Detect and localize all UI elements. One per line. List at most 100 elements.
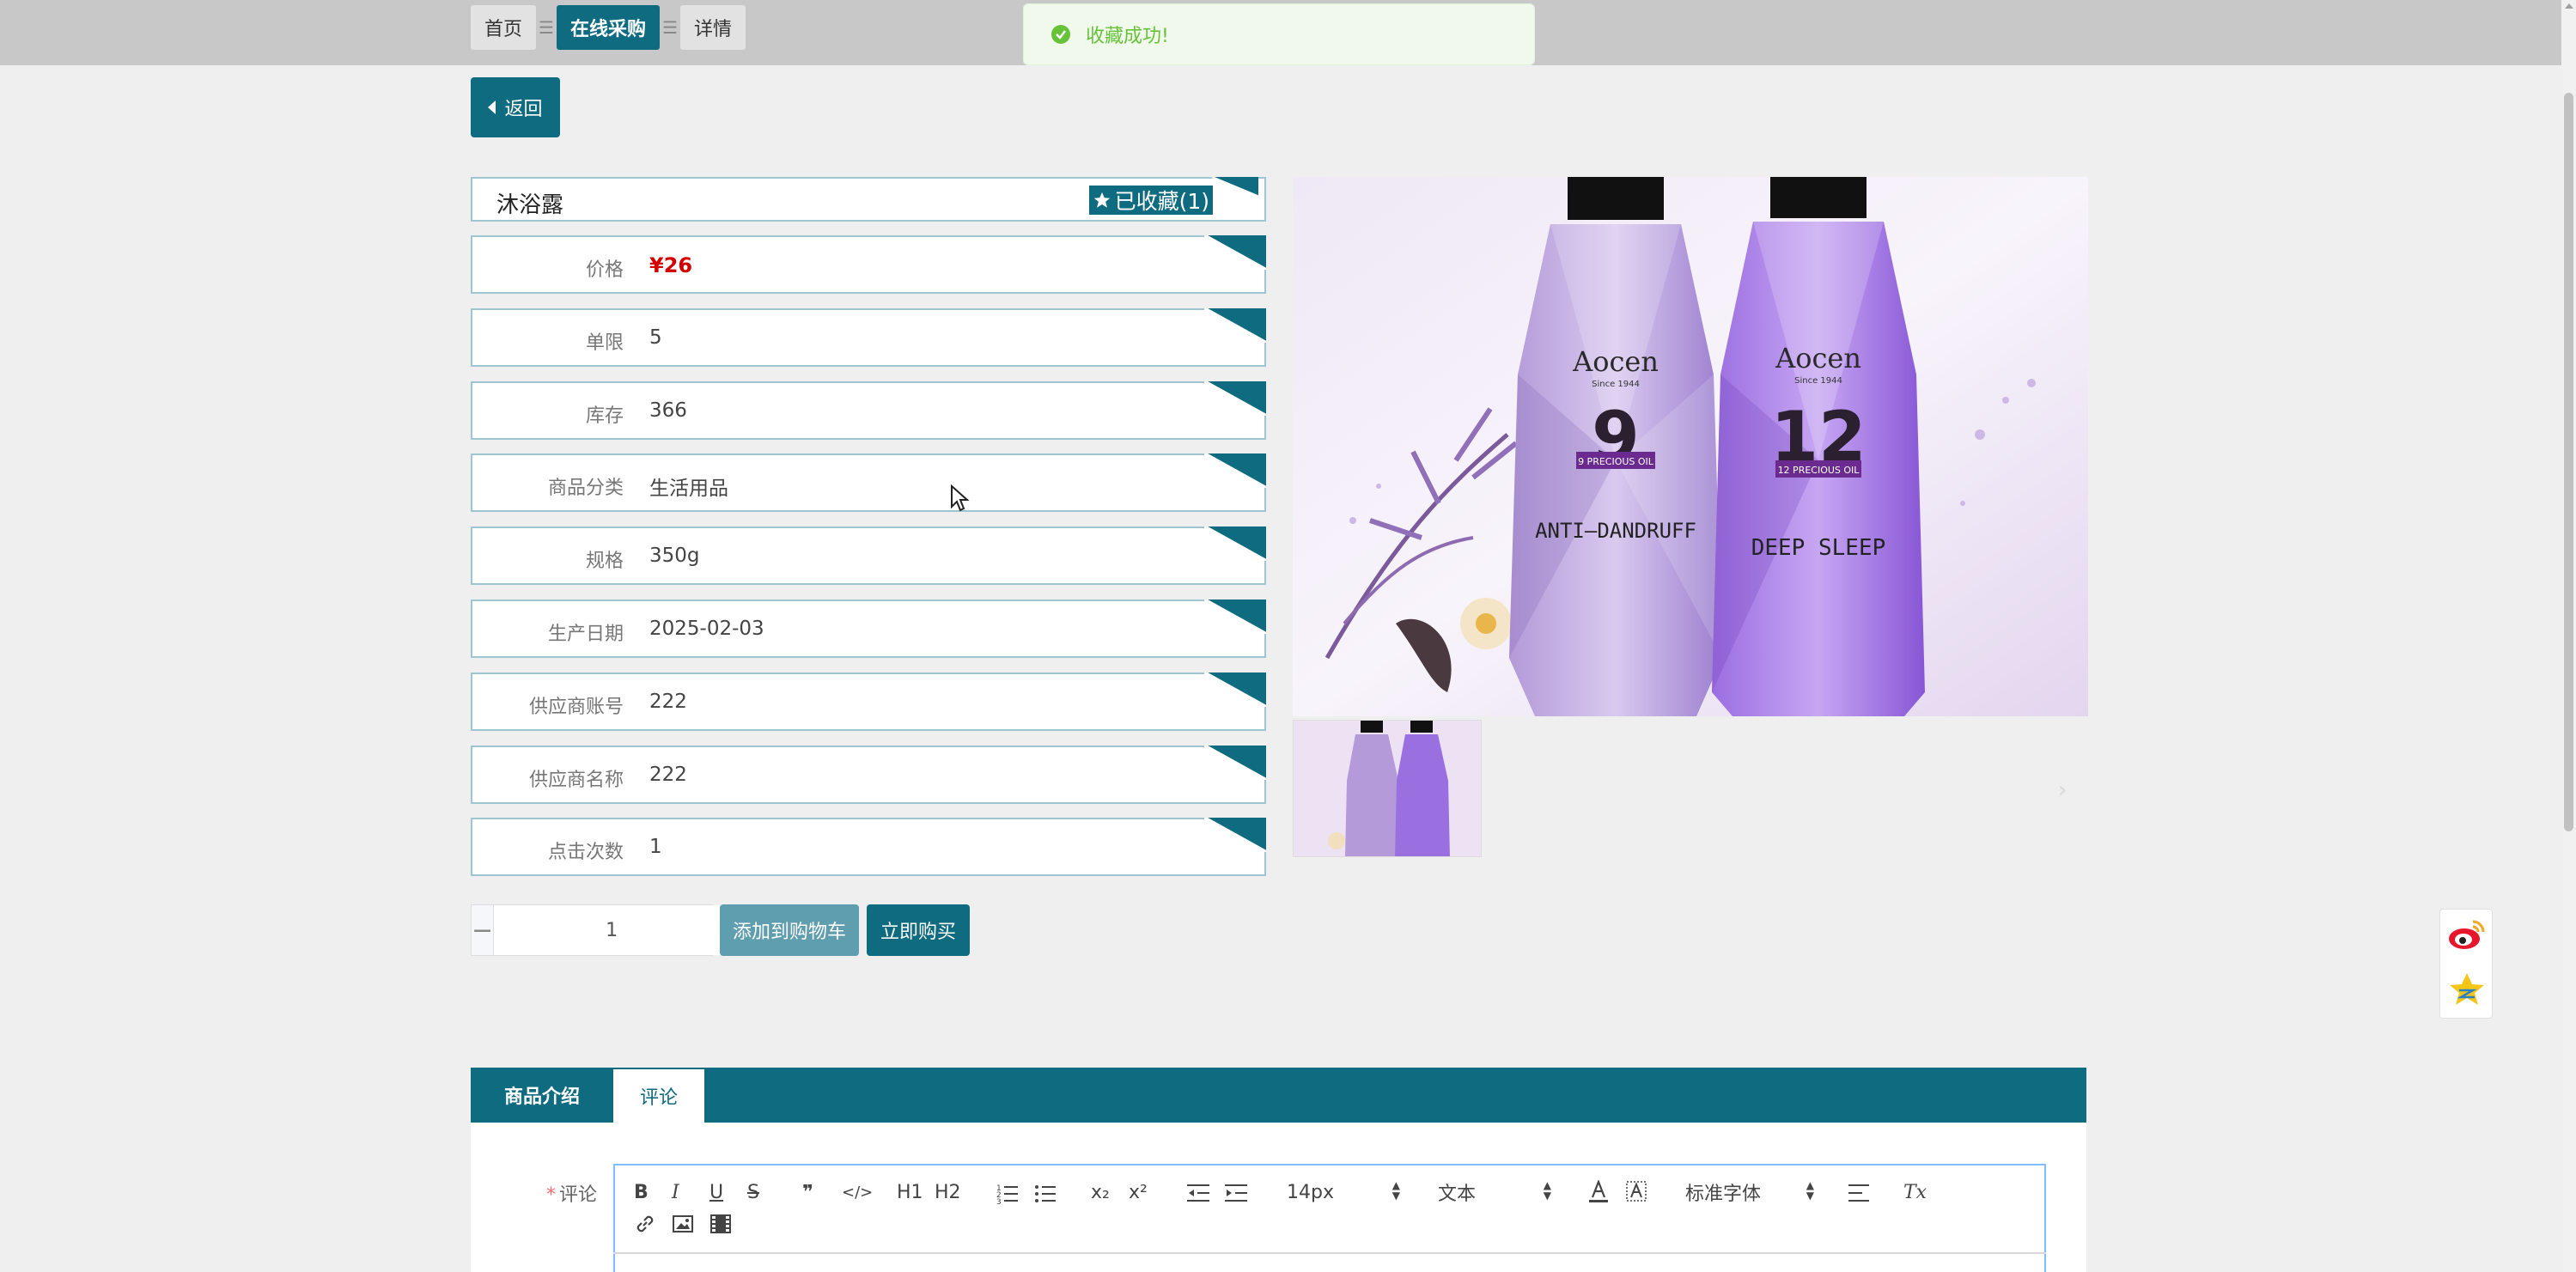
product-title-row: 沐浴露 已收藏(1) [471,177,1266,222]
corner-ribbon-icon [1204,599,1266,634]
field-row-supplier-account: 供应商账号 222 [471,673,1266,731]
buy-now-button[interactable]: 立即购买 [867,904,970,956]
field-row-category: 商品分类 生活用品 [471,453,1266,512]
field-row-supplier-name: 供应商名称 222 [471,746,1266,804]
breadcrumb-detail[interactable]: 详情 [680,5,746,50]
product-thumbnail[interactable] [1293,720,1482,857]
tab-product-intro[interactable]: 商品介绍 [471,1068,613,1123]
caret-left-icon [488,100,496,114]
field-label: 商品分类 [547,478,624,499]
font-family-select[interactable]: 标准字体 ▲ ▼ [1685,1178,1814,1206]
font-size-select[interactable]: 14px ▲ ▼ [1287,1178,1400,1206]
svg-text:3: 3 [996,1198,1002,1204]
underline-button[interactable]: U [709,1178,723,1206]
bottle-name: ANTI—DANDRUFF [1535,519,1696,543]
field-value: 2025-02-03 [649,618,764,640]
strikethrough-button[interactable]: S [747,1178,759,1206]
share-panel [2439,909,2493,1019]
bottle-since: Since 1944 [1592,380,1640,389]
field-label: 点击次数 [547,842,624,863]
field-row-price: 价格 ¥26 [471,235,1266,294]
toast-message: 收藏成功! [1086,26,1169,47]
quantity-decrease-button[interactable]: − [472,905,495,955]
field-value: 222 [649,691,687,713]
page-scrollbar[interactable] [2561,0,2576,1272]
field-label: 供应商名称 [528,770,624,791]
background-color-icon[interactable] [1625,1180,1647,1204]
breadcrumb-separator-icon: ☰ [539,17,554,38]
field-label: 生产日期 [547,624,624,645]
favorite-label: 已收藏(1) [1114,189,1209,214]
breadcrumb: 首页 ☰ 在线采购 ☰ 详情 [471,5,746,50]
scroll-up-icon[interactable] [2565,3,2573,9]
select-arrows-icon: ▲ ▼ [1543,1179,1551,1202]
tab-comments[interactable]: 评论 [613,1069,704,1123]
mouse-cursor-icon [951,484,970,512]
breadcrumb-online-purchase[interactable]: 在线采购 [557,5,661,50]
bullet-list-icon[interactable] [1034,1182,1057,1204]
field-value: 5 [649,326,662,349]
font-size-value: 14px [1287,1181,1334,1203]
bottle-name: DEEP SLEEP [1751,535,1886,561]
field-value: 1 [649,836,662,858]
breadcrumb-separator-icon: ☰ [662,17,678,38]
product-tabs: 商品介绍 评论 [471,1068,2086,1123]
font-family-value: 标准字体 [1685,1184,1762,1205]
align-icon[interactable] [1848,1182,1871,1204]
corner-ribbon-icon [1204,526,1266,561]
corner-ribbon-icon [1204,308,1266,343]
select-arrows-icon: ▲ ▼ [1806,1179,1814,1202]
breadcrumb-home[interactable]: 首页 [471,5,537,50]
editor-toolbar-divider [613,1252,2046,1254]
italic-button[interactable]: I [672,1178,679,1206]
add-to-cart-button[interactable]: 添加到购物车 [720,904,859,956]
superscript-button[interactable]: x² [1129,1178,1148,1206]
quantity-input[interactable] [494,905,730,955]
text-color-icon[interactable] [1587,1180,1610,1204]
chevron-right-icon[interactable]: › [2058,777,2067,803]
clear-format-button[interactable]: Tx [1903,1178,1927,1206]
header-value: 文本 [1438,1184,1477,1205]
corner-ribbon-icon [1204,746,1266,780]
subscript-button[interactable]: x₂ [1091,1178,1110,1206]
shampoo-bottles-image: Aocen Since 1944 9 9 PRECIOUS OIL ANTI—D… [1293,177,2088,716]
blockquote-button[interactable]: ❞ [802,1178,813,1206]
image-icon[interactable] [672,1213,694,1235]
field-value: 366 [649,399,687,422]
indent-icon[interactable] [1225,1182,1247,1204]
heading-2-button[interactable]: H2 [935,1178,961,1206]
ordered-list-icon[interactable]: 1 2 3 [996,1182,1019,1204]
field-label: 规格 [585,551,624,572]
thumbnail-image [1294,721,1481,856]
video-icon[interactable] [709,1213,732,1235]
field-label: 单限 [585,332,624,354]
favorite-button[interactable]: 已收藏(1) [1088,186,1213,215]
comment-label-text: 评论 [559,1184,598,1206]
outdent-icon[interactable] [1187,1182,1209,1204]
bold-button[interactable]: B [634,1178,649,1206]
field-label: 价格 [585,259,624,281]
field-value: 222 [649,764,687,786]
weibo-icon[interactable] [2447,915,2487,952]
product-title: 沐浴露 [496,192,564,218]
heading-1-button[interactable]: H1 [897,1178,923,1206]
success-toast: 收藏成功! [1023,3,1535,65]
back-button[interactable]: 返回 [471,77,560,137]
field-value: 生活用品 [649,478,728,500]
corner-ribbon-icon [1204,673,1266,707]
select-arrows-icon: ▲ ▼ [1392,1179,1400,1202]
field-row-limit: 单限 5 [471,308,1266,367]
corner-ribbon-icon [1204,453,1266,488]
field-row-click-count: 点击次数 1 [471,818,1266,876]
corner-ribbon-icon [1211,177,1259,198]
qzone-star-icon[interactable] [2447,970,2487,1007]
header-select[interactable]: 文本 ▲ ▼ [1438,1178,1551,1206]
link-icon[interactable] [634,1213,656,1235]
code-block-button[interactable]: </> [842,1178,873,1206]
product-main-image[interactable]: Aocen Since 1944 9 9 PRECIOUS OIL ANTI—D… [1293,177,2088,716]
field-label: 库存 [585,405,624,427]
star-icon [1093,192,1110,208]
field-row-stock: 库存 366 [471,381,1266,440]
scrollbar-thumb[interactable] [2564,93,2573,831]
bottle-oil: 9 PRECIOUS OIL [1578,456,1654,467]
